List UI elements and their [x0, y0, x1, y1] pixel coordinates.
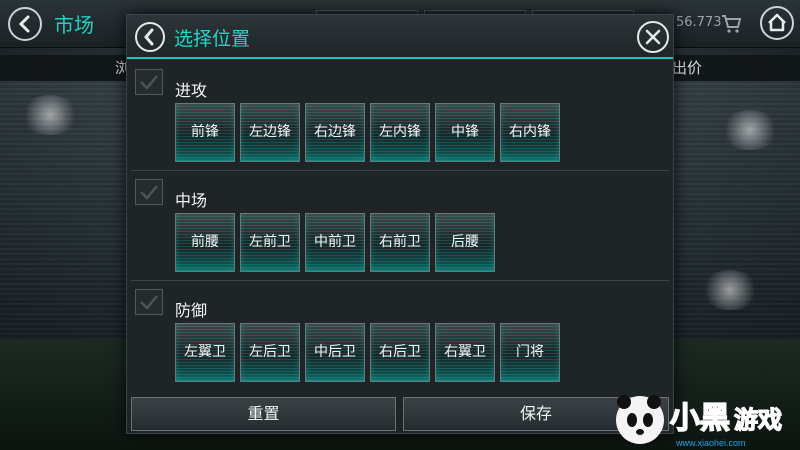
midfield-checkbox[interactable]: [135, 179, 163, 205]
section-divider: [131, 280, 669, 281]
dialog-close-button[interactable]: [637, 21, 669, 53]
stadium-light: [720, 110, 780, 150]
position-button[interactable]: 中前卫: [305, 213, 365, 272]
position-button[interactable]: 中后卫: [305, 323, 365, 382]
dialog-title: 选择位置: [174, 28, 251, 50]
section-label-midfield: 中场: [175, 191, 208, 210]
select-position-dialog: 选择位置 进攻 前锋 左边锋 右边锋 左内锋 中锋 右内锋 中场 前腰 左前卫 …: [126, 14, 674, 434]
svg-text:小黑: 小黑: [670, 402, 730, 435]
position-button[interactable]: 前腰: [175, 213, 235, 272]
checkmark-icon: [140, 295, 158, 310]
position-button[interactable]: 后腰: [435, 213, 495, 272]
position-button[interactable]: 左后卫: [240, 323, 300, 382]
section-label-attack: 进攻: [175, 81, 208, 100]
reset-button[interactable]: 重置: [131, 397, 396, 431]
position-button[interactable]: 左边锋: [240, 103, 300, 162]
checkmark-icon: [140, 75, 158, 90]
defense-checkbox[interactable]: [135, 289, 163, 315]
position-button[interactable]: 左内锋: [370, 103, 430, 162]
cart-icon[interactable]: [720, 12, 742, 34]
attack-checkbox[interactable]: [135, 69, 163, 95]
sub-tab-bid[interactable]: 出价: [672, 57, 702, 78]
page-title: 市场: [54, 13, 94, 37]
section-label-defense: 防御: [175, 301, 208, 320]
back-arrow-icon: [18, 15, 30, 33]
svg-text:www.xiaohei.com: www.xiaohei.com: [675, 438, 746, 448]
coin-balance: 56.773: [676, 15, 722, 30]
close-icon: [645, 29, 661, 45]
stadium-light: [20, 95, 80, 135]
home-icon: [768, 13, 786, 32]
checkmark-icon: [140, 185, 158, 200]
position-button[interactable]: 中锋: [435, 103, 495, 162]
dialog-back-button[interactable]: [135, 22, 165, 52]
position-button[interactable]: 右翼卫: [435, 323, 495, 382]
watermark-logo: 小黑 游戏 www.xiaohei.com: [616, 395, 783, 448]
position-button[interactable]: 右后卫: [370, 323, 430, 382]
section-divider: [131, 170, 669, 171]
svg-text:游戏: 游戏: [734, 406, 782, 434]
position-button[interactable]: 门将: [500, 323, 560, 382]
stadium-light: [700, 270, 760, 310]
dialog-header: 选择位置: [127, 15, 673, 59]
position-button[interactable]: 前锋: [175, 103, 235, 162]
home-button[interactable]: [760, 6, 794, 40]
position-button[interactable]: 右内锋: [500, 103, 560, 162]
position-button[interactable]: 右前卫: [370, 213, 430, 272]
position-button[interactable]: 左翼卫: [175, 323, 235, 382]
chevron-left-icon: [144, 28, 154, 46]
position-button[interactable]: 左前卫: [240, 213, 300, 272]
back-button[interactable]: [8, 7, 42, 41]
position-button[interactable]: 右边锋: [305, 103, 365, 162]
